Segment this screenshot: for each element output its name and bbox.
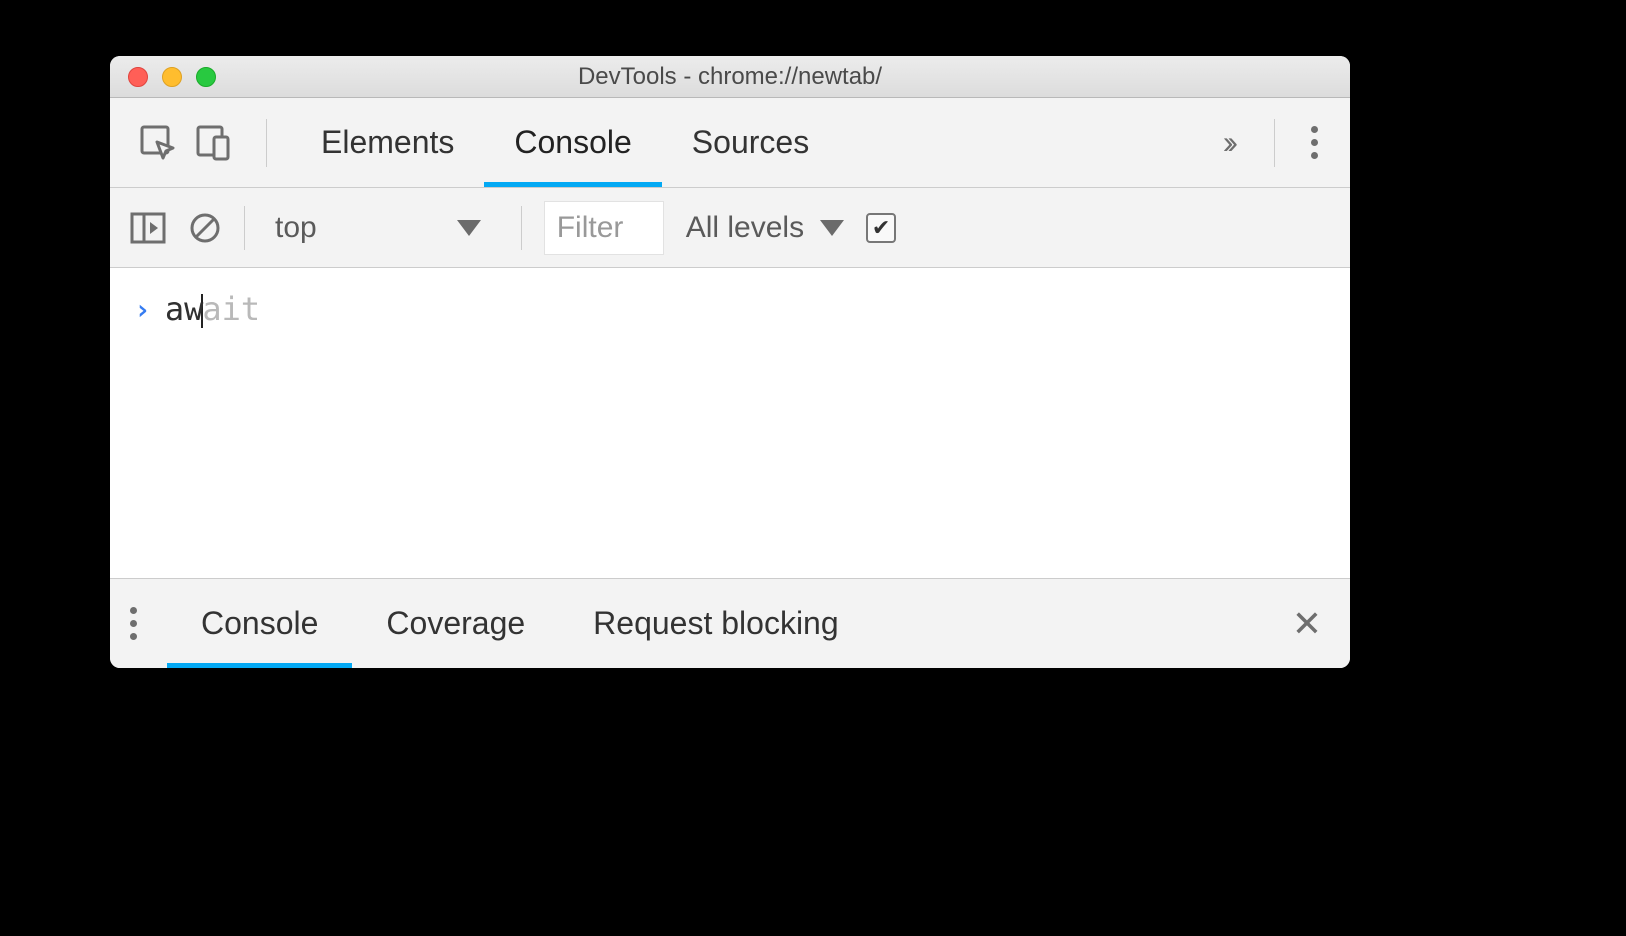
drawer-menu-icon[interactable] bbox=[130, 607, 143, 640]
autocomplete-suggestion: ait bbox=[202, 290, 260, 328]
clear-console-icon[interactable] bbox=[188, 211, 222, 245]
levels-label: All levels bbox=[686, 211, 804, 245]
context-label: top bbox=[275, 211, 317, 245]
tab-elements[interactable]: Elements bbox=[291, 98, 484, 187]
console-toolbar: top Filter All levels ✔ bbox=[110, 188, 1350, 268]
filter-input[interactable]: Filter bbox=[544, 201, 664, 255]
prompt-chevron-icon: › bbox=[134, 293, 151, 326]
context-selector[interactable]: top bbox=[267, 211, 481, 245]
filter-placeholder: Filter bbox=[557, 211, 624, 245]
close-window-button[interactable] bbox=[128, 67, 148, 87]
tab-sources[interactable]: Sources bbox=[662, 98, 839, 187]
drawer-tabs: Console Coverage Request blocking bbox=[167, 579, 1284, 668]
titlebar: DevTools - chrome://newtab/ bbox=[110, 56, 1350, 98]
close-drawer-icon[interactable]: ✕ bbox=[1284, 603, 1330, 645]
dropdown-caret-icon bbox=[457, 220, 481, 236]
drawer-tab-coverage[interactable]: Coverage bbox=[352, 579, 559, 668]
console-body[interactable]: › await bbox=[110, 268, 1350, 578]
window-title: DevTools - chrome://newtab/ bbox=[110, 63, 1350, 91]
divider bbox=[1274, 119, 1275, 167]
divider bbox=[521, 206, 522, 250]
divider bbox=[266, 119, 267, 167]
console-input[interactable]: await bbox=[165, 290, 260, 328]
window-controls bbox=[110, 67, 216, 87]
typed-text: aw bbox=[165, 290, 204, 328]
main-toolbar: Elements Console Sources ›› bbox=[110, 98, 1350, 188]
log-levels-selector[interactable]: All levels bbox=[686, 211, 844, 245]
minimize-window-button[interactable] bbox=[162, 67, 182, 87]
more-tabs-icon[interactable]: ›› bbox=[1205, 124, 1250, 161]
device-toggle-icon[interactable] bbox=[186, 123, 242, 163]
console-prompt-line[interactable]: › await bbox=[134, 290, 1326, 328]
devtools-window: DevTools - chrome://newtab/ Elements Con… bbox=[110, 56, 1350, 668]
toggle-sidebar-icon[interactable] bbox=[130, 212, 166, 244]
panel-tabs: Elements Console Sources bbox=[291, 98, 1205, 187]
inspect-element-icon[interactable] bbox=[130, 124, 186, 162]
group-similar-checkbox[interactable]: ✔ bbox=[866, 213, 896, 243]
maximize-window-button[interactable] bbox=[196, 67, 216, 87]
tab-console[interactable]: Console bbox=[484, 98, 661, 187]
divider bbox=[244, 206, 245, 250]
settings-menu-icon[interactable] bbox=[1299, 126, 1330, 159]
dropdown-caret-icon bbox=[820, 220, 844, 236]
drawer-tab-console[interactable]: Console bbox=[167, 579, 352, 668]
drawer-tab-request-blocking[interactable]: Request blocking bbox=[559, 579, 872, 668]
drawer: Console Coverage Request blocking ✕ bbox=[110, 578, 1350, 668]
